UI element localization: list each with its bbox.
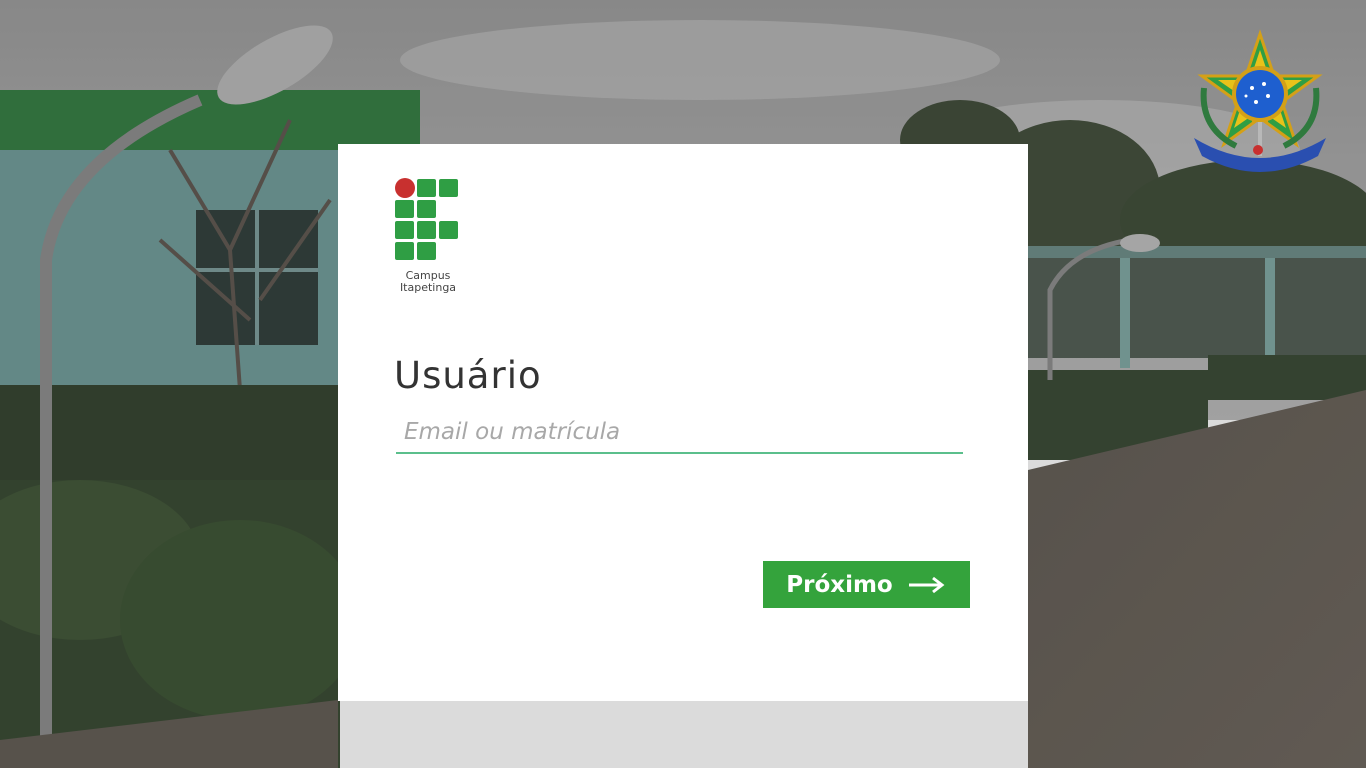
logo-square xyxy=(417,242,436,260)
logo-square xyxy=(417,221,436,239)
next-button[interactable]: Próximo xyxy=(763,561,970,608)
next-button-label: Próximo xyxy=(786,571,893,598)
logo-caption: Campus Itapetinga xyxy=(392,270,464,294)
login-card: Campus Itapetinga Usuário Próximo xyxy=(338,144,1028,701)
logo-square xyxy=(395,200,414,218)
username-field xyxy=(396,412,963,454)
brazil-coat-of-arms-icon xyxy=(1186,28,1334,176)
logo-square xyxy=(439,179,458,197)
logo-square xyxy=(395,242,414,260)
logo-square xyxy=(439,221,458,239)
username-input[interactable] xyxy=(396,412,963,452)
logo-caption-line2: Itapetinga xyxy=(399,281,457,294)
form-title: Usuário xyxy=(394,354,542,397)
if-logo-icon xyxy=(395,178,461,264)
arrow-right-icon xyxy=(907,575,947,595)
institution-logo: Campus Itapetinga xyxy=(395,178,461,294)
logo-red-dot xyxy=(395,178,415,198)
logo-square xyxy=(417,200,436,218)
logo-square xyxy=(417,179,436,197)
logo-square xyxy=(395,221,414,239)
